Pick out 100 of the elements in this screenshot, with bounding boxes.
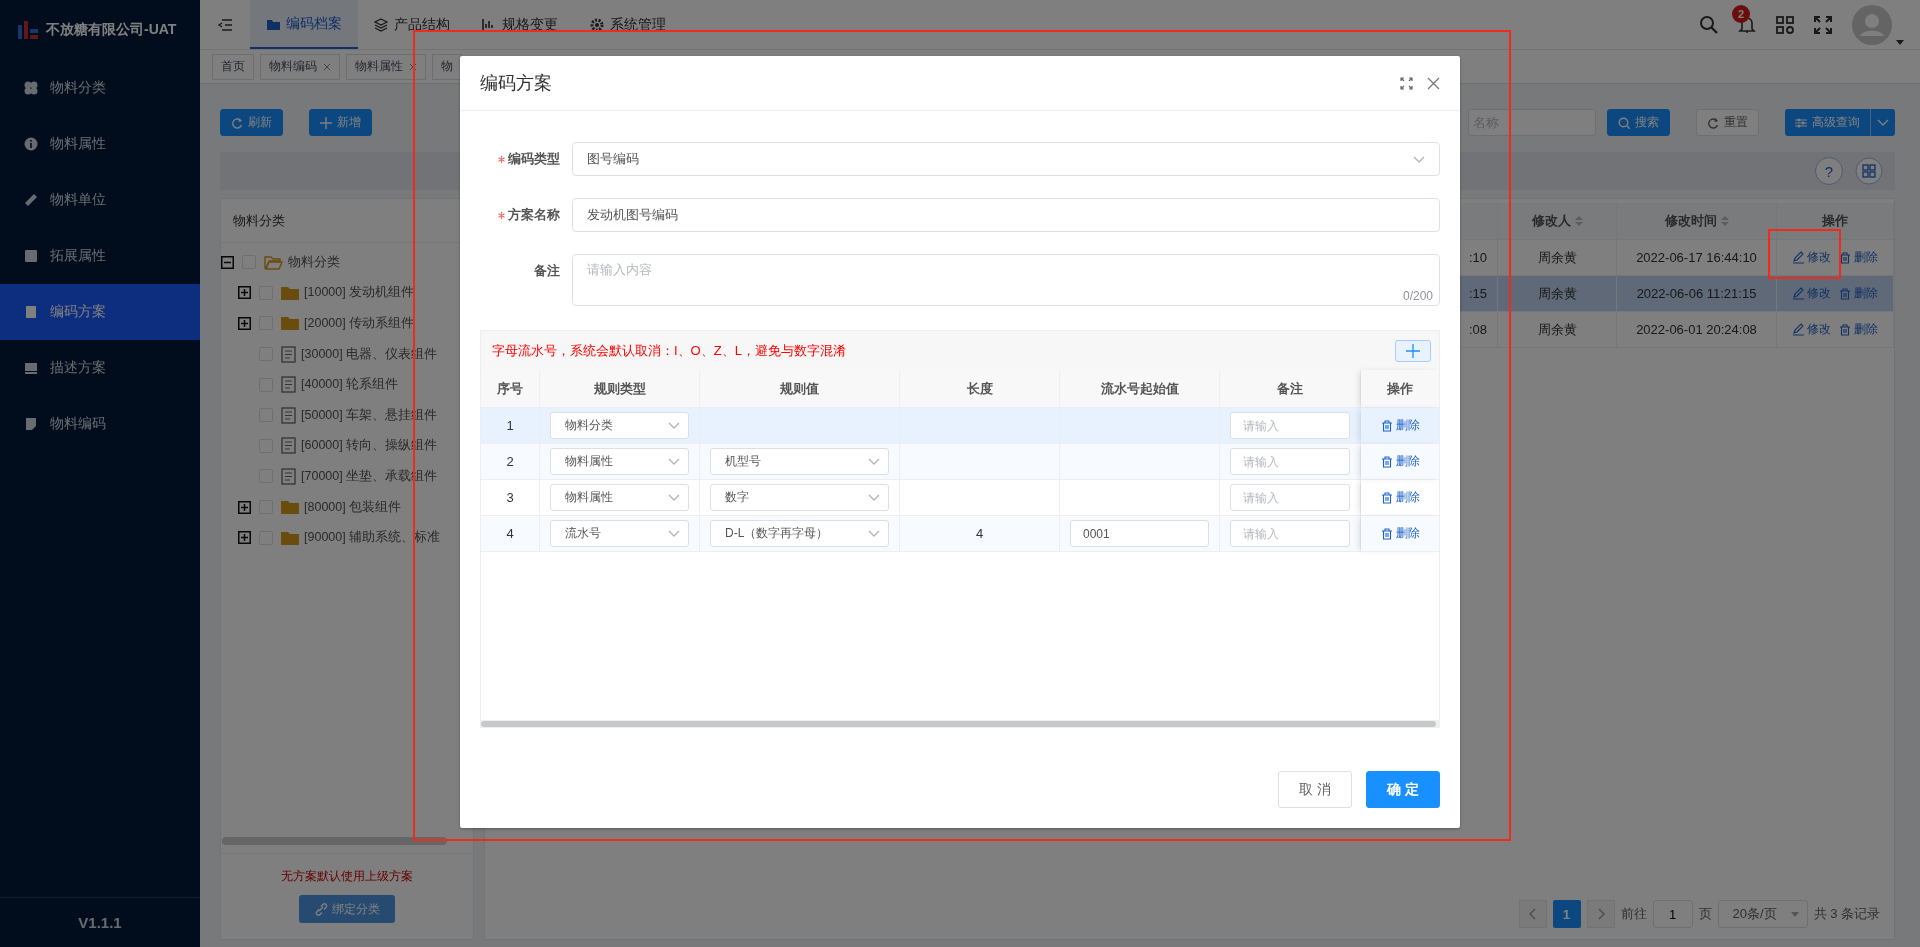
- chevron-down-icon: [668, 494, 680, 501]
- column-header: 序号: [481, 370, 540, 408]
- trash-icon: [1380, 527, 1393, 540]
- cancel-button[interactable]: 取 消: [1278, 771, 1352, 808]
- sidebar-item[interactable]: 描述方案: [0, 340, 200, 396]
- layers-icon: [374, 17, 388, 32]
- page-input[interactable]: 1: [1652, 900, 1693, 928]
- chevron-down-icon: [668, 530, 680, 537]
- close-icon[interactable]: [323, 62, 331, 71]
- sliders-icon: [1795, 116, 1807, 129]
- sidebar-item[interactable]: 物料分类: [0, 60, 200, 116]
- input-field[interactable]: 请输入: [1230, 484, 1350, 511]
- input-field[interactable]: 请输入: [1230, 412, 1350, 439]
- delete-link[interactable]: 删除: [1380, 525, 1420, 542]
- table-cell: 4: [481, 516, 540, 552]
- chevron-down-icon: [868, 494, 880, 501]
- help-button[interactable]: ?: [1815, 157, 1843, 185]
- sort-icon[interactable]: [1574, 216, 1583, 226]
- folder-icon: [281, 499, 299, 516]
- edit-link[interactable]: 修改: [1792, 249, 1831, 266]
- fullscreen-icon[interactable]: [1400, 76, 1413, 90]
- scrollbar[interactable]: [481, 721, 1436, 727]
- page-tag[interactable]: 物料编码: [260, 53, 340, 80]
- page-tag[interactable]: 首页: [212, 53, 254, 80]
- page-size-select[interactable]: 20条/页: [1717, 900, 1808, 928]
- nav-tab[interactable]: 系统管理: [574, 0, 682, 49]
- expand-icon[interactable]: [238, 286, 251, 300]
- chevron-left-icon[interactable]: [1518, 900, 1547, 928]
- sidebar-item[interactable]: 拓展属性: [0, 228, 200, 284]
- close-icon[interactable]: [1427, 76, 1440, 90]
- caret-down-icon: [1790, 911, 1799, 917]
- delete-link[interactable]: 删除: [1839, 249, 1878, 266]
- delete-link[interactable]: 删除: [1380, 453, 1420, 470]
- tree-node-label[interactable]: 物料分类: [288, 253, 340, 271]
- column-header: 流水号起始值: [1060, 370, 1220, 408]
- search-icon[interactable]: [1699, 15, 1718, 34]
- scrollbar[interactable]: [222, 837, 447, 845]
- edit-link[interactable]: 修改: [1792, 321, 1831, 338]
- warning-text: 字母流水号，系统会默认取消：I、O、Z、L，避免与数字混淆: [492, 341, 846, 360]
- tree-node-label[interactable]: [90000] 辅助系统、标准: [304, 529, 441, 547]
- sidebar-item[interactable]: 物料编码: [0, 396, 200, 452]
- plus-icon: [1406, 343, 1420, 358]
- edit-link[interactable]: 修改: [1792, 285, 1831, 302]
- column-header[interactable]: 修改时间: [1617, 203, 1777, 240]
- column-header[interactable]: 修改人: [1498, 203, 1617, 240]
- page-tag[interactable]: 物: [432, 53, 462, 80]
- search-icon: [1618, 116, 1630, 129]
- version-label: V1.1.1: [0, 897, 200, 947]
- field-label: 编码类型: [508, 151, 560, 166]
- expand-icon[interactable]: [238, 531, 251, 545]
- sidebar-item[interactable]: 编码方案: [0, 284, 200, 340]
- confirm-button[interactable]: 确 定: [1366, 771, 1440, 808]
- caret-down-icon[interactable]: [1896, 39, 1904, 45]
- input-field[interactable]: 请输入: [1230, 520, 1350, 547]
- tree-node-label[interactable]: [40000] 轮系组件: [301, 376, 399, 394]
- qr-code-icon[interactable]: [1776, 15, 1794, 34]
- add-button[interactable]: 新增: [309, 109, 372, 136]
- page-unit-label: 页: [1698, 905, 1712, 923]
- select-field[interactable]: 物料分类: [550, 412, 689, 439]
- logo-icon: [18, 21, 38, 39]
- plus-icon: [320, 116, 332, 129]
- select-field[interactable]: 数字: [710, 484, 889, 511]
- delete-link[interactable]: 删除: [1380, 417, 1420, 434]
- sort-icon[interactable]: [1720, 216, 1729, 226]
- select-field[interactable]: 图号编码: [572, 142, 1440, 176]
- collapse-icon[interactable]: [221, 255, 234, 269]
- input-field[interactable]: 0001: [1070, 520, 1209, 547]
- tree-node-label[interactable]: [80000] 包装组件: [304, 498, 402, 516]
- refresh-button[interactable]: 刷新: [220, 109, 283, 136]
- tree-node-label[interactable]: [20000] 传动系组件: [304, 315, 415, 332]
- add-row-button[interactable]: [1395, 339, 1431, 362]
- delete-link[interactable]: 删除: [1839, 285, 1878, 302]
- column-header: 备注: [1220, 370, 1361, 408]
- select-field[interactable]: 物料属性: [550, 484, 689, 511]
- sidebar-item[interactable]: 物料单位: [0, 172, 200, 228]
- column-header[interactable]: 操作: [1777, 203, 1894, 240]
- expand-icon[interactable]: [238, 317, 251, 330]
- hint-text: 无方案默认使用上级方案: [281, 868, 413, 885]
- select-field[interactable]: 机型号: [710, 448, 889, 475]
- select-field[interactable]: 物料属性: [550, 448, 689, 475]
- select-field[interactable]: D-L（数字再字母）: [710, 520, 889, 547]
- menu-fold-icon[interactable]: [217, 17, 233, 32]
- delete-link[interactable]: 删除: [1839, 321, 1878, 338]
- ruler-icon: [24, 193, 38, 207]
- close-icon[interactable]: [409, 62, 417, 71]
- page-button[interactable]: 1: [1552, 900, 1581, 928]
- input-field[interactable]: 请输入: [1230, 448, 1350, 475]
- fullscreen-icon[interactable]: [1814, 15, 1832, 34]
- expand-icon[interactable]: [238, 500, 251, 514]
- page-tag[interactable]: 物料属性: [346, 53, 426, 80]
- nav-tab[interactable]: 编码档案: [250, 0, 358, 49]
- chevron-right-icon[interactable]: [1586, 900, 1615, 928]
- reset-button[interactable]: 重置: [1696, 109, 1759, 136]
- search-button[interactable]: 搜索: [1607, 109, 1670, 136]
- input-field[interactable]: 发动机图号编码: [572, 198, 1440, 232]
- qr-code-icon[interactable]: [1855, 157, 1883, 185]
- select-field[interactable]: 流水号: [550, 520, 689, 547]
- delete-link[interactable]: 删除: [1380, 489, 1420, 506]
- sidebar-item[interactable]: 物料属性: [0, 116, 200, 172]
- tree-node-label[interactable]: [10000] 发动机组件: [304, 284, 415, 302]
